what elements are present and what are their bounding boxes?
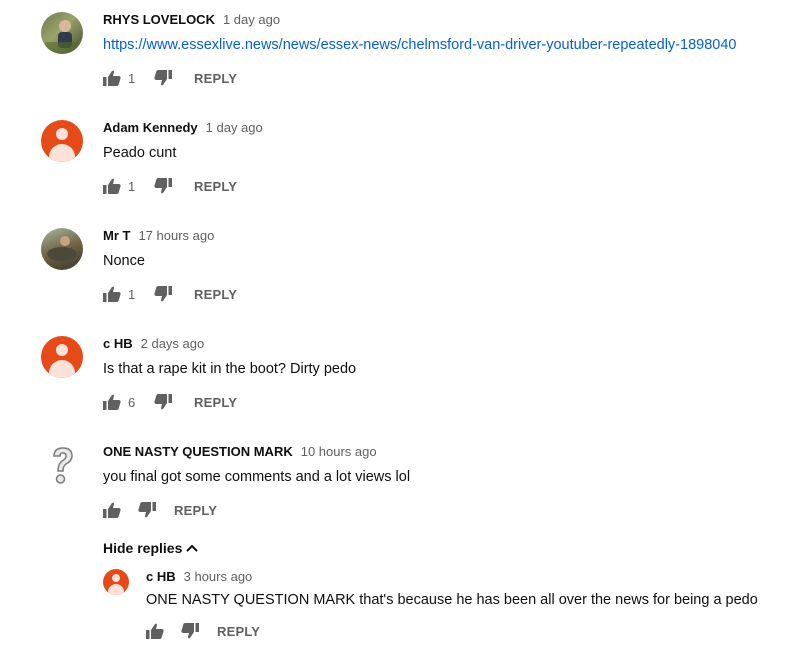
comment-author[interactable]: c HB <box>146 569 176 584</box>
comment-text: Peado cunt <box>103 145 177 161</box>
like-count: 1 <box>128 178 136 194</box>
thumbs-up-icon[interactable] <box>103 286 121 302</box>
comment-actions: 6 REPLY <box>103 393 237 411</box>
comment-time[interactable]: 17 hours ago <box>138 228 214 243</box>
hide-replies-button[interactable]: Hide replies <box>103 540 199 556</box>
like-count: 1 <box>128 286 136 302</box>
user-avatar[interactable] <box>41 12 83 54</box>
comment-actions: 1 REPLY <box>103 285 237 303</box>
comment-time[interactable]: 1 day ago <box>223 12 280 27</box>
user-avatar[interactable] <box>41 336 83 378</box>
comment-text: Is that a rape kit in the boot? Dirty pe… <box>103 361 357 377</box>
comment-header: RHYS LOVELOCK 1 day ago <box>103 12 280 28</box>
comment-author[interactable]: ONE NASTY QUESTION MARK <box>103 444 293 459</box>
comment-actions: REPLY <box>146 622 260 640</box>
thumbs-down-icon[interactable] <box>154 286 172 302</box>
comment-text: Nonce <box>103 253 145 269</box>
user-avatar[interactable] <box>41 228 83 270</box>
thumbs-up-icon[interactable] <box>103 394 121 410</box>
default-avatar-icon <box>56 344 68 356</box>
comment-time[interactable]: 2 days ago <box>141 336 205 351</box>
user-avatar[interactable] <box>41 120 83 162</box>
default-avatar-body <box>108 584 124 595</box>
reply-button[interactable]: REPLY <box>217 624 260 639</box>
comment-text: ONE NASTY QUESTION MARK that's because h… <box>146 592 758 608</box>
thumbs-up-icon[interactable] <box>103 70 121 86</box>
comment-text: you final got some comments and a lot vi… <box>103 469 411 485</box>
default-avatar-icon <box>112 574 120 582</box>
comment-header: Adam Kennedy 1 day ago <box>103 120 263 136</box>
reply-button[interactable]: REPLY <box>194 71 237 86</box>
hide-replies-label: Hide replies <box>103 540 183 556</box>
user-avatar[interactable] <box>41 444 83 486</box>
comment-actions: 1 REPLY <box>103 69 237 87</box>
thumbs-down-icon[interactable] <box>154 394 172 410</box>
reply-button[interactable]: REPLY <box>194 287 237 302</box>
comment-author[interactable]: Mr T <box>103 228 130 243</box>
reply-button[interactable]: REPLY <box>194 395 237 410</box>
photo-avatar-icon <box>45 20 79 54</box>
photo-avatar-icon <box>47 236 77 261</box>
thumbs-up-icon[interactable] <box>146 623 164 639</box>
default-avatar-body <box>49 144 75 162</box>
comment-header: ONE NASTY QUESTION MARK 10 hours ago <box>103 444 377 460</box>
comment-text[interactable]: https://www.essexlive.news/news/essex-ne… <box>103 36 736 54</box>
comment-author[interactable]: Adam Kennedy <box>103 120 198 135</box>
comment-header: c HB 3 hours ago <box>146 569 252 585</box>
reply-button[interactable]: REPLY <box>174 503 217 518</box>
question-mark-avatar-icon <box>53 447 73 484</box>
default-avatar-body <box>49 360 75 378</box>
comment-actions: 1 REPLY <box>103 177 237 195</box>
comment-time[interactable]: 3 hours ago <box>184 569 253 584</box>
comment-time[interactable]: 10 hours ago <box>301 444 377 459</box>
like-count: 1 <box>128 70 136 86</box>
comment-author[interactable]: c HB <box>103 336 133 351</box>
thumbs-up-icon[interactable] <box>103 178 121 194</box>
thumbs-down-icon[interactable] <box>154 70 172 86</box>
comment-header: c HB 2 days ago <box>103 336 204 352</box>
reply-button[interactable]: REPLY <box>194 179 237 194</box>
like-count: 6 <box>128 394 136 410</box>
comment-author[interactable]: RHYS LOVELOCK <box>103 12 215 27</box>
user-avatar[interactable] <box>103 569 129 595</box>
thumbs-up-icon[interactable] <box>103 502 121 518</box>
comment-time[interactable]: 1 day ago <box>206 120 263 135</box>
chevron-up-icon <box>186 544 199 552</box>
thumbs-down-icon[interactable] <box>181 623 199 639</box>
default-avatar-icon <box>56 128 68 140</box>
thumbs-down-icon[interactable] <box>138 502 156 518</box>
comment-actions: REPLY <box>103 501 217 519</box>
comment-header: Mr T 17 hours ago <box>103 228 214 244</box>
thumbs-down-icon[interactable] <box>154 178 172 194</box>
